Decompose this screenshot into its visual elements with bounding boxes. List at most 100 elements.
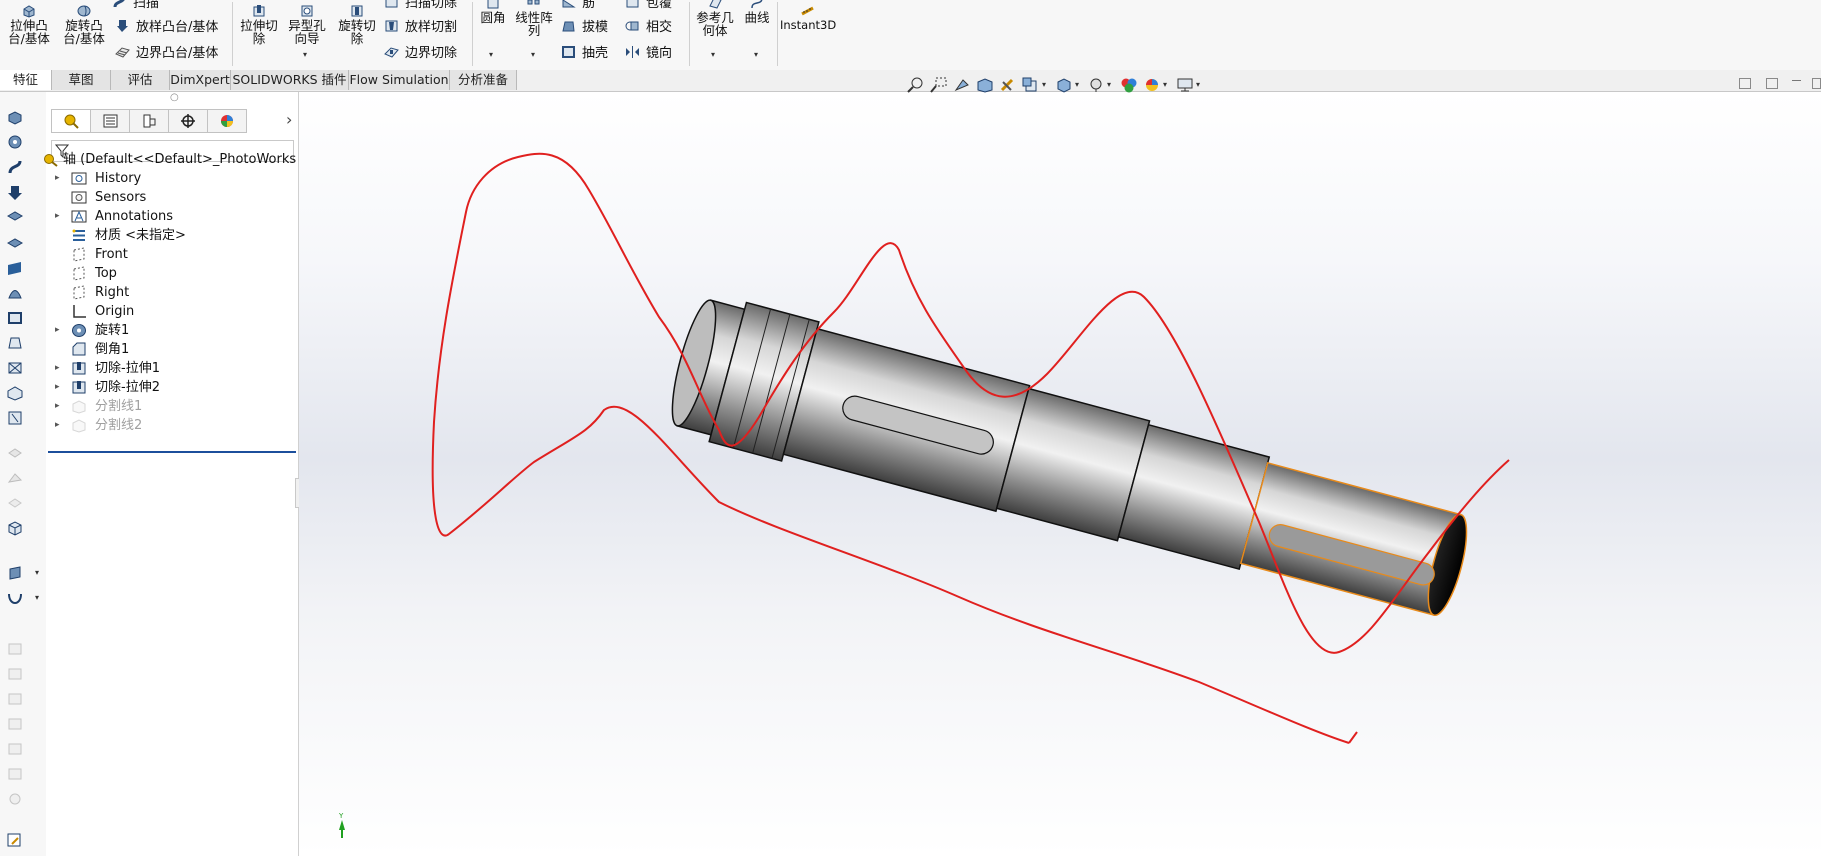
feature-tree-item[interactable]: Top [46, 264, 298, 283]
intersect-button[interactable]: 相交 [625, 19, 672, 35]
rib-button[interactable]: 筋 [561, 0, 595, 11]
zoom-to-fit-icon[interactable] [907, 77, 925, 93]
sweep-cut-button[interactable]: 扫描切除 [384, 0, 457, 11]
tab-solidworks-addins[interactable]: SOLIDWORKS 插件 [231, 70, 349, 90]
linear-pattern-button[interactable]: 线性阵 列 [513, 0, 555, 37]
hole-icon[interactable] [6, 385, 24, 401]
hole-wizard-button[interactable]: 异型孔 向导 [283, 4, 331, 45]
loft-cut-button[interactable]: 放样切割 [384, 19, 457, 35]
feature-tree-root[interactable]: 轴 (Default<<Default>_PhotoWorks D [44, 150, 310, 169]
zoom-to-area-icon[interactable] [930, 77, 948, 93]
expand-arrow-icon[interactable]: ▸ [55, 169, 63, 188]
minimize-icon[interactable] [1792, 80, 1801, 81]
view-orientation-dropdown-icon[interactable]: ▾ [1042, 80, 1046, 89]
tab-display-manager[interactable] [207, 109, 247, 133]
feature-tree-item[interactable]: ▸ History [46, 169, 298, 188]
curves-icon[interactable] [6, 590, 24, 606]
revolve-boss-icon[interactable] [6, 134, 24, 150]
shaft-model[interactable] [662, 290, 1480, 638]
feature-tree-item[interactable]: Right [46, 283, 298, 302]
sketch-tool-icon[interactable] [6, 832, 24, 848]
shell-icon[interactable] [6, 310, 24, 326]
draft-icon[interactable] [6, 335, 24, 351]
tile-right-icon[interactable] [1766, 78, 1778, 89]
mirror-button[interactable]: 镜向 [625, 45, 672, 61]
expand-arrow-icon[interactable]: ▸ [55, 397, 63, 416]
draft-button[interactable]: 拔模 [561, 19, 608, 35]
feature-tree-item[interactable]: Origin [46, 302, 298, 321]
curves-dropdown-icon[interactable]: ▾ [35, 593, 39, 602]
hide-show-items-icon[interactable] [1087, 77, 1105, 93]
apply-scene-dropdown-icon[interactable]: ▾ [1163, 80, 1167, 89]
rib-icon[interactable] [6, 360, 24, 376]
display-style-dropdown-icon[interactable]: ▾ [1075, 80, 1079, 89]
mirror-icon[interactable] [6, 410, 24, 426]
feature-tree-item[interactable]: 材质 <未指定> [46, 226, 298, 245]
tab-evaluate[interactable]: 评估 [111, 70, 170, 90]
extrude-boss-button[interactable]: 拉伸凸 台/基体 [4, 4, 54, 45]
feature-tree-item[interactable]: 倒角1 [46, 340, 298, 359]
tab-dimxpert-manager[interactable] [168, 109, 208, 133]
reference-geometry-icon[interactable] [6, 565, 24, 581]
loft-boss-icon[interactable] [6, 185, 24, 201]
feature-tree-item[interactable]: Front [46, 245, 298, 264]
display-style-icon[interactable] [1055, 77, 1073, 93]
expand-arrow-icon[interactable]: ▸ [55, 378, 63, 397]
apply-scene-icon[interactable] [1143, 77, 1161, 93]
loft-boss-button[interactable]: 放样凸台/基体 [115, 19, 218, 35]
feature-tree-item[interactable]: Sensors [46, 188, 298, 207]
hide-show-dropdown-icon[interactable]: ▾ [1107, 80, 1111, 89]
feature-tree-item[interactable]: ▸ 分割线2 [46, 416, 298, 435]
feature-tree-item[interactable]: ▸ Annotations [46, 207, 298, 226]
part-icon[interactable] [6, 520, 24, 536]
reference-geometry-dropdown-icon[interactable]: ▾ [35, 568, 39, 577]
expand-arrow-icon[interactable]: ▸ [55, 207, 63, 226]
tab-feature-manager[interactable] [51, 109, 91, 133]
view-settings-icon[interactable] [1176, 77, 1194, 93]
hole-wizard-dropdown-icon[interactable]: ▾ [303, 50, 307, 59]
tab-features[interactable]: 特征 [0, 70, 52, 90]
feature-tree-item[interactable]: ▸ 分割线1 [46, 397, 298, 416]
tab-configuration-manager[interactable] [129, 109, 169, 133]
tab-property-manager[interactable] [90, 109, 130, 133]
tab-flow-simulation[interactable]: Flow Simulation [349, 70, 450, 90]
linear-pattern-dropdown-icon[interactable]: ▾ [531, 50, 535, 59]
shell-button[interactable]: 抽壳 [561, 45, 608, 61]
feature-tree-item[interactable]: ▸ 切除-拉伸1 [46, 359, 298, 378]
wrap-button[interactable]: 包覆 [625, 0, 672, 11]
extrude-cut-button[interactable]: 拉伸切 除 [236, 4, 282, 45]
graphics-viewport[interactable]: Y [299, 92, 1821, 856]
extrude-boss-icon[interactable] [6, 109, 24, 125]
revolve-cut-button[interactable]: 旋转切 除 [333, 4, 381, 45]
plane-icon[interactable] [6, 260, 24, 276]
maximize-icon[interactable] [1812, 78, 1821, 89]
view-orientation-icon[interactable] [1022, 77, 1040, 93]
section-view-icon[interactable] [976, 77, 994, 93]
panel-gripper-icon[interactable]: ○ [170, 92, 179, 103]
previous-view-icon[interactable] [953, 77, 971, 93]
instant3d-button[interactable]: Instant3D [780, 4, 836, 32]
revolve-boss-button[interactable]: 旋转凸 台/基体 [57, 4, 111, 45]
chevron-right-icon[interactable]: › [286, 110, 292, 129]
dome-icon[interactable] [6, 285, 24, 301]
boundary-cut-button[interactable]: 边界切除 [384, 45, 457, 61]
curves-dropdown-icon[interactable]: ▾ [754, 50, 758, 59]
reference-geometry-button[interactable]: 参考几 何体 [693, 0, 737, 37]
tab-sketch[interactable]: 草图 [52, 70, 111, 90]
feature-tree-item[interactable]: ▸ 切除-拉伸2 [46, 378, 298, 397]
expand-arrow-icon[interactable]: ▸ [55, 416, 63, 435]
feature-tree-item[interactable]: ▸ 旋转1 [46, 321, 298, 340]
boundary-boss-button[interactable]: 边界凸台/基体 [115, 45, 218, 61]
tab-dimxpert[interactable]: DimXpert [170, 70, 231, 90]
sweep-button[interactable]: 扫描 [112, 0, 159, 11]
view-settings-dropdown-icon[interactable]: ▾ [1196, 80, 1200, 89]
reference-geometry-dropdown-icon[interactable]: ▾ [711, 50, 715, 59]
rollback-bar[interactable] [48, 451, 296, 453]
fillet-button[interactable]: 圆角 [475, 0, 511, 24]
sweep-icon[interactable] [6, 159, 24, 175]
extrude-cut-icon[interactable] [6, 210, 24, 226]
dynamic-annotation-icon[interactable] [999, 77, 1017, 93]
edit-appearance-icon[interactable] [1120, 77, 1138, 93]
revolve-cut-icon[interactable] [6, 235, 24, 251]
expand-arrow-icon[interactable]: ▸ [55, 321, 63, 340]
